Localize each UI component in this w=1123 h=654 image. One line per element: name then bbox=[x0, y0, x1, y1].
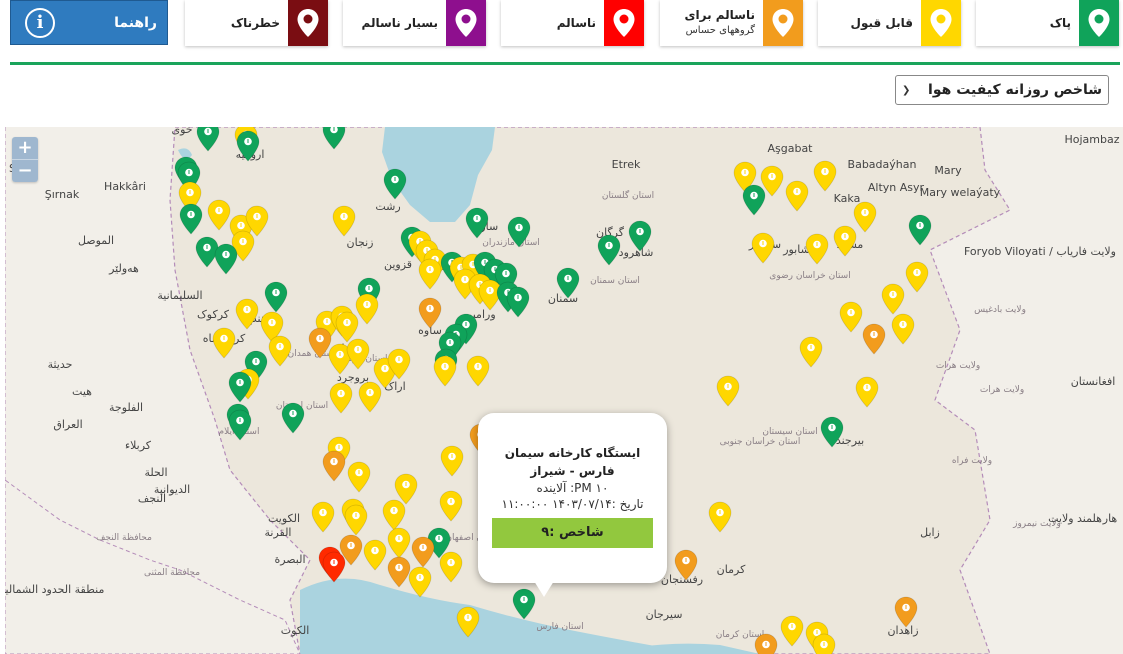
map-place-label: الکوت bbox=[281, 624, 310, 637]
map-pin-icon bbox=[455, 9, 477, 37]
legend-item-acceptable: قابل قبول bbox=[818, 0, 961, 46]
map-place-label: منطقة الحدود الشمالية bbox=[5, 583, 104, 596]
map-place-label: استان فارس bbox=[536, 622, 583, 632]
legend-label: خطرناک bbox=[230, 15, 280, 30]
legend-item-unhealthy: ناسالم bbox=[501, 0, 644, 46]
map-place-label: محافظة المثنى bbox=[144, 568, 200, 578]
map-place-label: هلمند ولایت bbox=[1048, 512, 1102, 525]
map-place-label: افغانستان bbox=[1071, 375, 1116, 388]
map-place-label: Etrek bbox=[612, 158, 641, 171]
map-place-label: الفلوجة bbox=[109, 401, 143, 414]
map-place-label: استان سیستان bbox=[762, 427, 817, 437]
map-place-label: ولایت هرات bbox=[936, 361, 980, 371]
map-pin-icon bbox=[297, 9, 319, 37]
map-place-label: ولایت فراه bbox=[952, 456, 992, 466]
map-place-label: هیت bbox=[72, 385, 92, 398]
aqi-legend: پاک قابل قبول ناسالم برای گروههای حساس نا… bbox=[0, 0, 1123, 50]
legend-swatch bbox=[288, 0, 328, 46]
map-place-label: کرمان bbox=[717, 563, 746, 576]
index-type-value: شاخص روزانه کیفیت هوا bbox=[928, 82, 1102, 98]
map-place-label: زنجان bbox=[347, 236, 374, 249]
legend-label: بسیار ناسالم bbox=[361, 15, 438, 30]
map-place-label: ولایت بادغیس bbox=[974, 305, 1026, 315]
station-pollutant: آلاینده :PM ۱۰ bbox=[536, 481, 609, 495]
map-place-label: هەولێر bbox=[108, 262, 139, 275]
chevron-down-icon: ❯ bbox=[902, 84, 911, 96]
map-place-label: الحلة bbox=[144, 466, 167, 479]
map-place-label: زاهدان bbox=[887, 624, 918, 637]
zoom-in-button[interactable]: + bbox=[12, 137, 38, 159]
divider bbox=[10, 62, 1120, 65]
map-place-label: زابل bbox=[920, 526, 940, 539]
legend-label: ناسالم برای bbox=[684, 8, 756, 22]
map-place-label: سمنان bbox=[548, 292, 578, 305]
map-place-label: استان مازندران bbox=[482, 238, 540, 248]
map-place-label: Kaka bbox=[834, 192, 861, 205]
map-place-label: Altyn Asyr bbox=[868, 181, 925, 194]
map-place-label: رشت bbox=[375, 200, 400, 213]
legend-item-unhealthy-sensitive: ناسالم برای گروههای حساس bbox=[660, 0, 803, 46]
map-pin-icon bbox=[613, 9, 635, 37]
legend-sublabel: گروههای حساس bbox=[685, 25, 755, 36]
map-place-label: Babadaýhan bbox=[848, 158, 917, 171]
map-place-label: Aşgabat bbox=[767, 142, 813, 155]
map-place-label: محافظة النجف bbox=[96, 533, 152, 543]
map-place-label: القرنة bbox=[264, 526, 291, 539]
map-place-label: استان سمنان bbox=[590, 276, 640, 286]
legend-swatch bbox=[446, 0, 486, 46]
station-name: ایستگاه کارخانه سیمان bbox=[504, 446, 641, 460]
station-location: فارس - شیراز bbox=[530, 464, 615, 478]
map-place-label: الکويت bbox=[268, 512, 300, 525]
map-pin-icon bbox=[1088, 9, 1110, 37]
map-place-label: الديوانية bbox=[154, 483, 190, 496]
map-place-label: هار bbox=[1102, 512, 1118, 525]
map-place-label: شاهرود bbox=[619, 246, 654, 259]
map-place-label: Foryob Viloyati / ولایت فاریاب bbox=[964, 245, 1116, 258]
map-place-label: ولایت هرات bbox=[980, 385, 1024, 395]
legend-label: ناسالم bbox=[556, 15, 596, 30]
map-place-label: سیرجان bbox=[646, 608, 683, 621]
popup-tail bbox=[534, 581, 554, 597]
station-marker-yellow[interactable] bbox=[812, 633, 836, 654]
map-place-label: قزوین bbox=[384, 258, 412, 271]
map-place-label: حديثة bbox=[48, 358, 73, 371]
map-place-label: السليمانية bbox=[157, 289, 202, 302]
guide-label: راهنما bbox=[114, 14, 157, 31]
station-index-badge: شاخص :۹ bbox=[492, 518, 653, 548]
legend-swatch bbox=[763, 0, 803, 46]
legend-swatch bbox=[604, 0, 644, 46]
map-place-label: کرکوک bbox=[197, 308, 230, 321]
map-place-label: استان خراسان رضوی bbox=[769, 271, 850, 281]
map-place-label: Şırnak bbox=[45, 188, 80, 201]
station-marker-orange[interactable] bbox=[754, 633, 778, 654]
map-place-label: بروجرد bbox=[337, 371, 369, 384]
map-pin-icon bbox=[772, 9, 794, 37]
map-place-label: Hojambaz bbox=[1064, 133, 1119, 146]
station-date: تاریخ :۱۴۰۳/۰۷/۱۴ ۱۱:۰۰:۰۰ bbox=[501, 497, 644, 511]
map-place-label: Mary bbox=[934, 164, 962, 177]
legend-item-clean: پاک bbox=[976, 0, 1119, 46]
station-popup: ایستگاه کارخانه سیمان فارس - شیراز آلاین… bbox=[478, 413, 667, 597]
info-icon: i bbox=[25, 7, 55, 38]
legend-label: پاک bbox=[1049, 15, 1071, 30]
map-place-label: Hakkâri bbox=[104, 180, 146, 193]
map-place-label: استان خراسان جنوبی bbox=[720, 437, 801, 447]
map-place-label: الموصل bbox=[78, 234, 114, 247]
map-place-label: Mary welaýaty bbox=[920, 186, 1001, 199]
legend-item-hazardous: خطرناک bbox=[185, 0, 328, 46]
map-place-label: البصرة bbox=[274, 553, 305, 566]
legend-label: قابل قبول bbox=[850, 15, 913, 30]
legend-swatch bbox=[1079, 0, 1119, 46]
guide-button[interactable]: i راهنما bbox=[10, 0, 168, 45]
map-place-label: خوی bbox=[171, 127, 192, 136]
legend-item-very-unhealthy: بسیار ناسالم bbox=[343, 0, 486, 46]
zoom-control: + − bbox=[12, 137, 38, 182]
index-type-select[interactable]: ❯ شاخص روزانه کیفیت هوا bbox=[895, 75, 1109, 105]
map-place-label: العراق bbox=[53, 418, 82, 431]
map-pin-icon bbox=[930, 9, 952, 37]
legend-swatch bbox=[921, 0, 961, 46]
map-place-label: کربلاء bbox=[125, 439, 152, 452]
zoom-out-button[interactable]: − bbox=[12, 159, 38, 182]
map-place-label: استان گلستان bbox=[602, 189, 654, 201]
